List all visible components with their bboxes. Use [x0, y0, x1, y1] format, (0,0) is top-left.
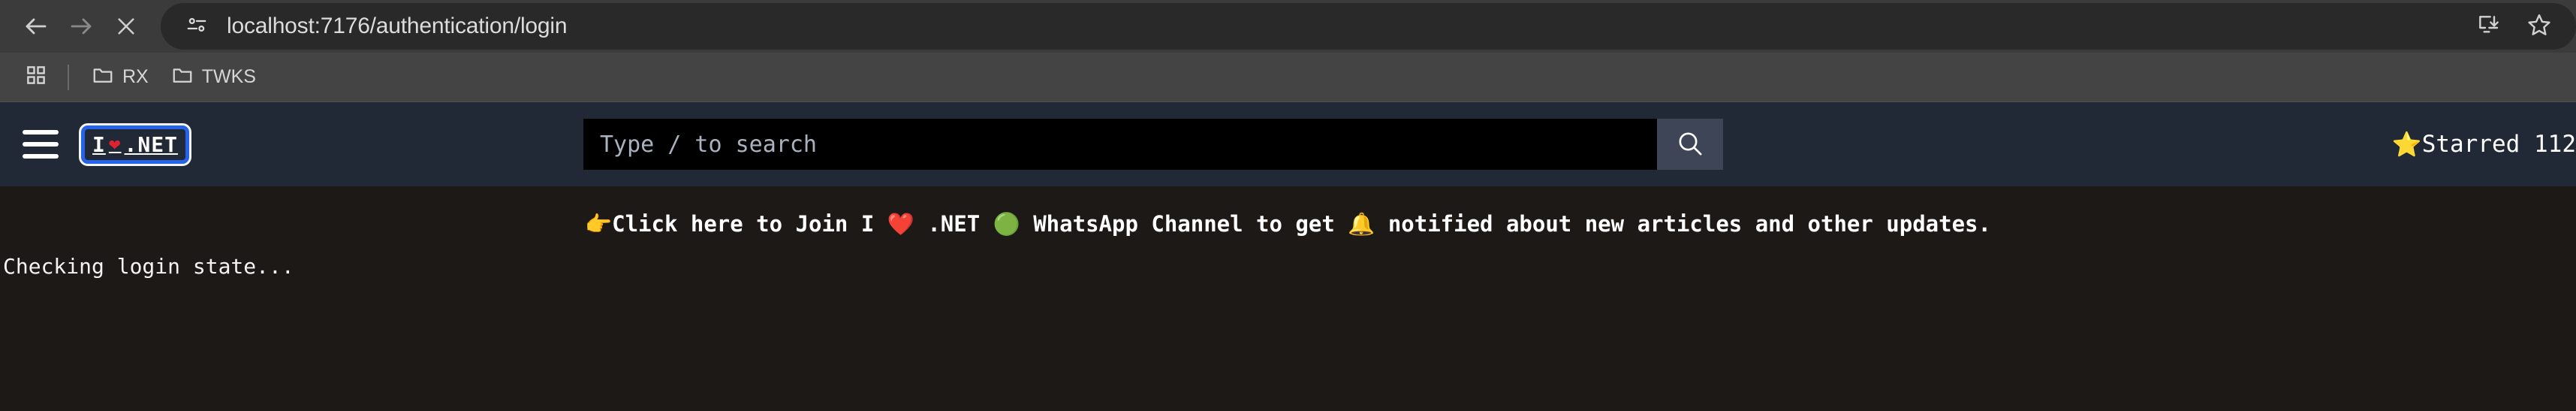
arrow-right-icon: [68, 13, 95, 40]
tune-settings-icon: [185, 14, 208, 40]
forward-button[interactable]: [59, 4, 104, 49]
bookmarks-divider: [68, 64, 69, 90]
bookmark-label: TWKS: [201, 66, 256, 87]
star-icon: ⭐: [2391, 131, 2422, 158]
star-outline-icon: [2526, 12, 2552, 41]
site-header: I ❤ .NET ⭐ Starred 112: [0, 102, 2576, 186]
bookmark-folder-twks[interactable]: TWKS: [162, 59, 265, 95]
search-submit-button[interactable]: [1656, 119, 1723, 170]
folder-icon: [171, 64, 194, 90]
starred-count[interactable]: ⭐ Starred 112: [2392, 131, 2576, 158]
promo-text-middle: WhatsApp Channel to get: [1020, 211, 1348, 237]
apps-shortcut-button[interactable]: [17, 58, 56, 97]
bell-icon: 🔔: [1348, 211, 1375, 237]
bookmark-page-button[interactable]: [2522, 9, 2556, 44]
install-app-button[interactable]: [2471, 9, 2505, 44]
starred-label: Starred 112: [2421, 131, 2576, 158]
bookmark-folder-rx[interactable]: RX: [83, 59, 158, 95]
promo-banner[interactable]: 👉Click here to Join I ❤️ .NET 🟢 WhatsApp…: [0, 186, 2576, 237]
search-bar: [583, 119, 1723, 170]
folder-icon: [92, 64, 114, 90]
url-text: localhost:7176/authentication/login: [227, 14, 568, 38]
login-status-text: Checking login state...: [3, 254, 294, 279]
hamburger-bar: [23, 130, 59, 134]
promo-text-before: Click here to Join I: [612, 211, 887, 237]
promo-text-end: notified about new articles and other up…: [1375, 211, 1991, 237]
omnibox-actions: [2456, 9, 2556, 44]
brand-suffix: .NET: [124, 131, 178, 157]
search-icon: [1675, 128, 1705, 161]
browser-toolbar: localhost:7176/authentication/login: [0, 0, 2576, 53]
search-input[interactable]: [583, 119, 1657, 170]
promo-text-after-heart: .NET: [914, 211, 993, 237]
apps-grid-icon: [25, 64, 47, 90]
whatsapp-icon: 🟢: [993, 211, 1020, 237]
bookmarks-bar: RX TWKS: [0, 53, 2576, 102]
arrow-left-icon: [23, 13, 50, 40]
bookmark-label: RX: [122, 66, 149, 87]
brand-logo-link[interactable]: I ❤ .NET: [79, 122, 191, 166]
hamburger-bar: [23, 154, 59, 159]
page-body: 👉Click here to Join I ❤️ .NET 🟢 WhatsApp…: [0, 186, 2576, 411]
install-app-icon: [2476, 13, 2500, 41]
stop-loading-button[interactable]: [104, 4, 149, 49]
address-bar[interactable]: localhost:7176/authentication/login: [161, 3, 2576, 50]
heart-icon: ❤️: [887, 211, 914, 237]
brand-prefix: I: [92, 131, 106, 157]
site-info-button[interactable]: [177, 7, 216, 46]
pointing-hand-icon: 👉: [585, 211, 613, 237]
hamburger-bar: [23, 142, 59, 147]
heart-icon: ❤: [108, 132, 122, 156]
close-x-icon: [114, 14, 138, 38]
hamburger-menu-icon[interactable]: [23, 125, 62, 164]
back-button[interactable]: [14, 4, 59, 49]
